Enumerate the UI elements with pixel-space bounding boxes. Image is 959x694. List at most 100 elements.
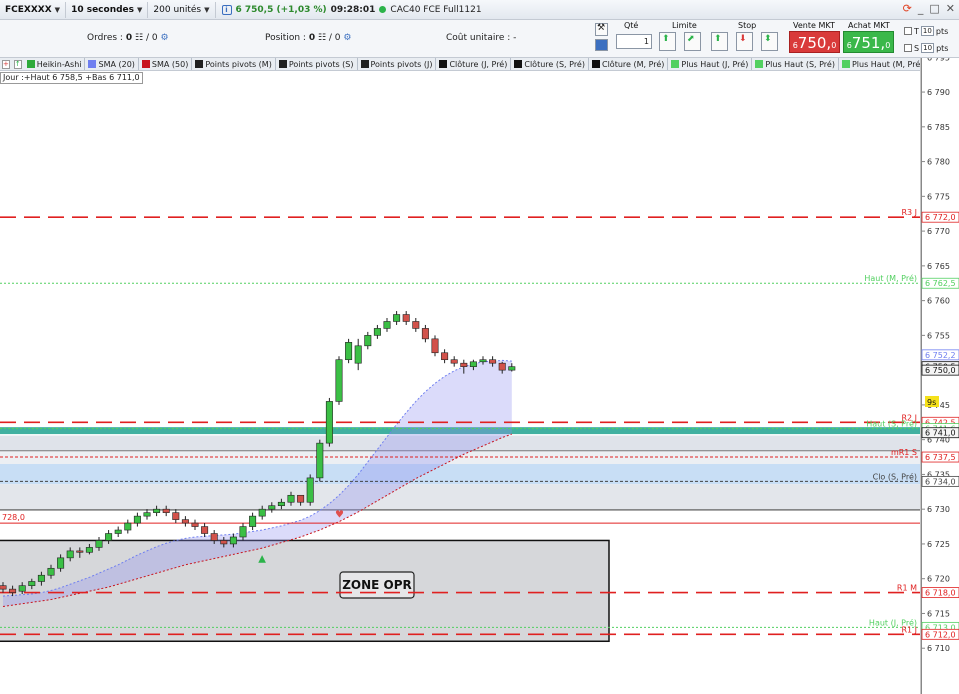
candle-body bbox=[220, 540, 228, 545]
candle-body bbox=[268, 505, 276, 510]
indicator-6[interactable]: Clôture (J, Pré) bbox=[436, 58, 512, 70]
candle-body bbox=[345, 342, 353, 361]
level-value-tag: 6 737,5 bbox=[925, 453, 956, 462]
indicator-label: Plus Haut (M, Pré) bbox=[851, 59, 920, 69]
indicator-1[interactable]: SMA (20) bbox=[85, 58, 139, 70]
orders-list-icon[interactable]: ☷ bbox=[135, 33, 143, 43]
indicator-10[interactable]: Plus Haut (S, Pré) bbox=[752, 58, 839, 70]
keyboard-icon[interactable] bbox=[595, 39, 608, 51]
sell-label: Vente MKT bbox=[793, 21, 835, 30]
stop-bracket-icon[interactable]: ⬍ bbox=[761, 32, 778, 51]
buy-stop-icon[interactable]: ⬆ bbox=[711, 32, 728, 51]
indicator-7[interactable]: Clôture (S, Pré) bbox=[511, 58, 589, 70]
sell-stop-icon[interactable]: ⬇ bbox=[736, 32, 753, 51]
indicator-0[interactable]: Heikin-Ashi bbox=[24, 58, 86, 70]
price-chart[interactable]: ZONE OPRR3 JHaut (M, Pré)R2 JHaut (S, Pr… bbox=[0, 0, 959, 694]
maximize-icon[interactable]: □ bbox=[929, 2, 939, 15]
candle-body bbox=[469, 361, 477, 367]
level-value-tag: 6 762,5 bbox=[925, 279, 956, 288]
candle-body bbox=[162, 508, 170, 513]
gear-icon[interactable]: ⚙ bbox=[160, 33, 168, 43]
candle-body bbox=[105, 533, 113, 541]
qty-label: Qté bbox=[624, 21, 639, 30]
take-profit-option: T 10 pts bbox=[904, 26, 948, 36]
indicator-11[interactable]: Plus Haut (M, Pré) bbox=[839, 58, 920, 70]
indicator-label: SMA (20) bbox=[98, 59, 135, 69]
stop-loss-checkbox[interactable] bbox=[904, 44, 912, 52]
chevron-down-icon: ▼ bbox=[137, 5, 143, 14]
candle-body bbox=[489, 359, 497, 364]
sell-suffix: 0 bbox=[831, 41, 837, 50]
take-profit-label: T bbox=[914, 26, 919, 36]
y-tick-label: 6 775 bbox=[927, 192, 950, 201]
level-value-tag: 6 741,0 bbox=[925, 429, 956, 438]
indicator-label: Points pivots (J) bbox=[370, 59, 433, 69]
orders-label: Ordres : bbox=[87, 33, 123, 43]
sell-limit-icon[interactable]: ⬈ bbox=[684, 32, 701, 51]
stop-loss-input[interactable]: 10 bbox=[921, 43, 935, 53]
indicator-label: Clôture (J, Pré) bbox=[449, 59, 508, 69]
candle-body bbox=[57, 557, 65, 569]
position-value: 0 bbox=[308, 33, 316, 43]
candle-body bbox=[37, 574, 45, 582]
y-tick-label: 6 780 bbox=[927, 158, 950, 167]
indicator-9[interactable]: Plus Haut (J, Pré) bbox=[668, 58, 753, 70]
sell-market-button[interactable]: 6750,0 bbox=[789, 31, 840, 53]
instrument-label: FCEXXXX bbox=[5, 4, 52, 15]
gear-icon[interactable]: ⚙ bbox=[343, 33, 351, 43]
chevron-down-icon: ▼ bbox=[204, 5, 210, 14]
quantity-input[interactable]: 1 bbox=[616, 34, 652, 49]
indicator-3[interactable]: Points pivots (M) bbox=[192, 58, 276, 70]
arrow-up-icon[interactable]: ↑ bbox=[13, 59, 22, 69]
units-selector[interactable]: 200 unités ▼ bbox=[148, 1, 216, 18]
candle-body bbox=[249, 515, 257, 527]
indicator-5[interactable]: Points pivots (J) bbox=[358, 58, 437, 70]
candle-body bbox=[450, 359, 458, 364]
indicator-label: Heikin-Ashi bbox=[36, 59, 82, 69]
position-summary: Position : 0 ☷ / 0 ⚙ bbox=[265, 33, 351, 43]
y-tick-label: 6 770 bbox=[927, 227, 950, 236]
indicator-swatch bbox=[514, 60, 523, 68]
indicator-label: Points pivots (S) bbox=[288, 59, 354, 69]
level-value-tag: 6 752,2 bbox=[925, 351, 956, 360]
candle-body bbox=[373, 328, 381, 336]
take-profit-input[interactable]: 10 bbox=[920, 26, 934, 36]
take-profit-checkbox[interactable] bbox=[904, 27, 912, 35]
candle-body bbox=[335, 359, 343, 402]
last-price-change: 6 750,5 (+1,03 %) bbox=[235, 4, 327, 15]
take-profit-unit: pts bbox=[935, 26, 949, 36]
indicator-8[interactable]: Clôture (M, Pré) bbox=[589, 58, 669, 70]
buy-limit-icon[interactable]: ⬆ bbox=[659, 32, 676, 51]
level-value-tag: 728,0 bbox=[2, 513, 25, 522]
position-list-icon[interactable]: ☷ bbox=[318, 33, 326, 43]
last-time: 09:28:01 bbox=[330, 4, 376, 15]
level-label: R1 J bbox=[901, 625, 917, 634]
level-value-tag: 6 750,0 bbox=[925, 366, 956, 375]
info-icon[interactable]: i bbox=[221, 4, 232, 15]
wrench-icon[interactable]: ⚒ bbox=[595, 23, 608, 36]
orders-summary: Ordres : 0 ☷ / 0 ⚙ bbox=[87, 33, 169, 43]
refresh-icon[interactable]: ⟳ bbox=[903, 2, 912, 15]
candle-body bbox=[181, 519, 189, 524]
interval-selector[interactable]: 10 secondes ▼ bbox=[66, 1, 149, 18]
arrow-up-icon: ▲ bbox=[258, 553, 266, 564]
instrument-selector[interactable]: FCEXXXX ▼ bbox=[0, 1, 67, 18]
level-label: Haut (S, Pré) bbox=[866, 419, 917, 429]
sell-price: 750, bbox=[797, 34, 832, 52]
y-tick-label: 6 785 bbox=[927, 123, 950, 132]
indicator-4[interactable]: Points pivots (S) bbox=[276, 58, 358, 70]
indicator-legend-bar: + ↑ Heikin-Ashi SMA (20) SMA (50) Points pi… bbox=[0, 58, 920, 71]
top-toolbar: FCEXXXX ▼ 10 secondes ▼ 200 unités ▼ i 6 75… bbox=[0, 0, 959, 20]
indicator-swatch bbox=[360, 60, 369, 68]
buy-market-button[interactable]: 6751,0 bbox=[843, 31, 894, 53]
candle-body bbox=[0, 585, 7, 590]
close-icon[interactable]: ✕ bbox=[946, 2, 955, 15]
indicator-2[interactable]: SMA (50) bbox=[139, 58, 193, 70]
minimize-icon[interactable]: _ bbox=[918, 2, 924, 15]
candle-body bbox=[201, 526, 209, 534]
candle-body bbox=[393, 314, 401, 322]
candle-body bbox=[460, 362, 468, 367]
candle-body bbox=[191, 522, 199, 527]
candle-body bbox=[306, 477, 314, 503]
add-indicator-icon[interactable]: + bbox=[2, 59, 10, 69]
